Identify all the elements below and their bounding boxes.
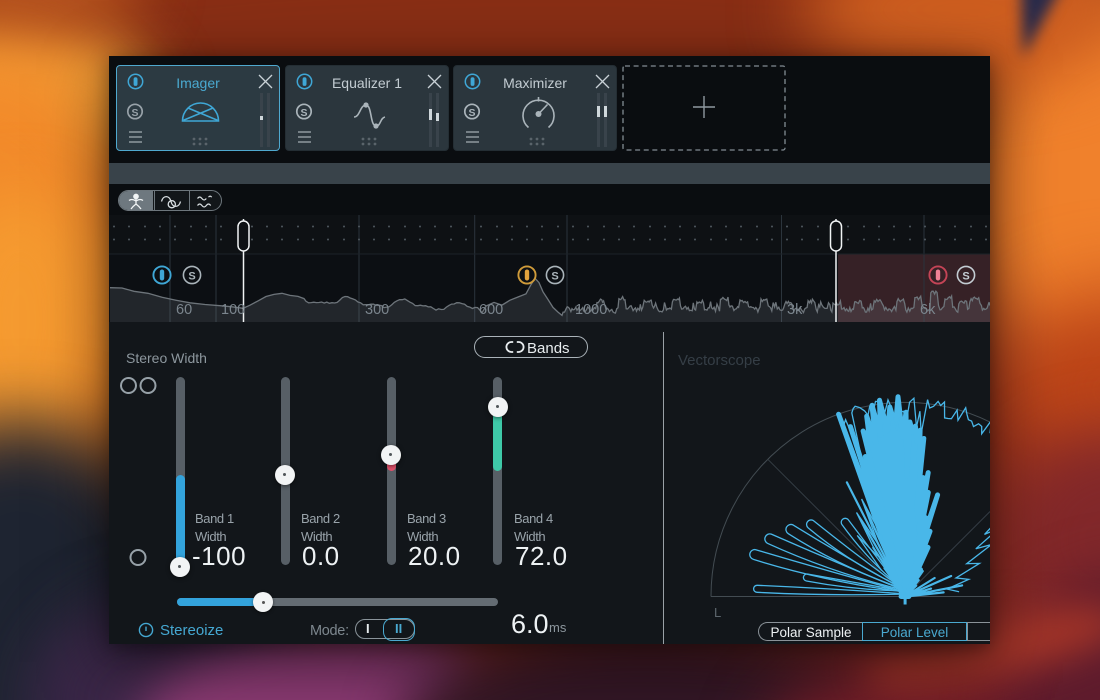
svg-text:S: S xyxy=(188,271,195,283)
svg-text:S: S xyxy=(551,271,558,283)
svg-text:S: S xyxy=(962,271,969,283)
svg-text:S: S xyxy=(300,107,307,119)
svg-text:S: S xyxy=(131,107,138,119)
svg-text:S: S xyxy=(468,107,475,119)
